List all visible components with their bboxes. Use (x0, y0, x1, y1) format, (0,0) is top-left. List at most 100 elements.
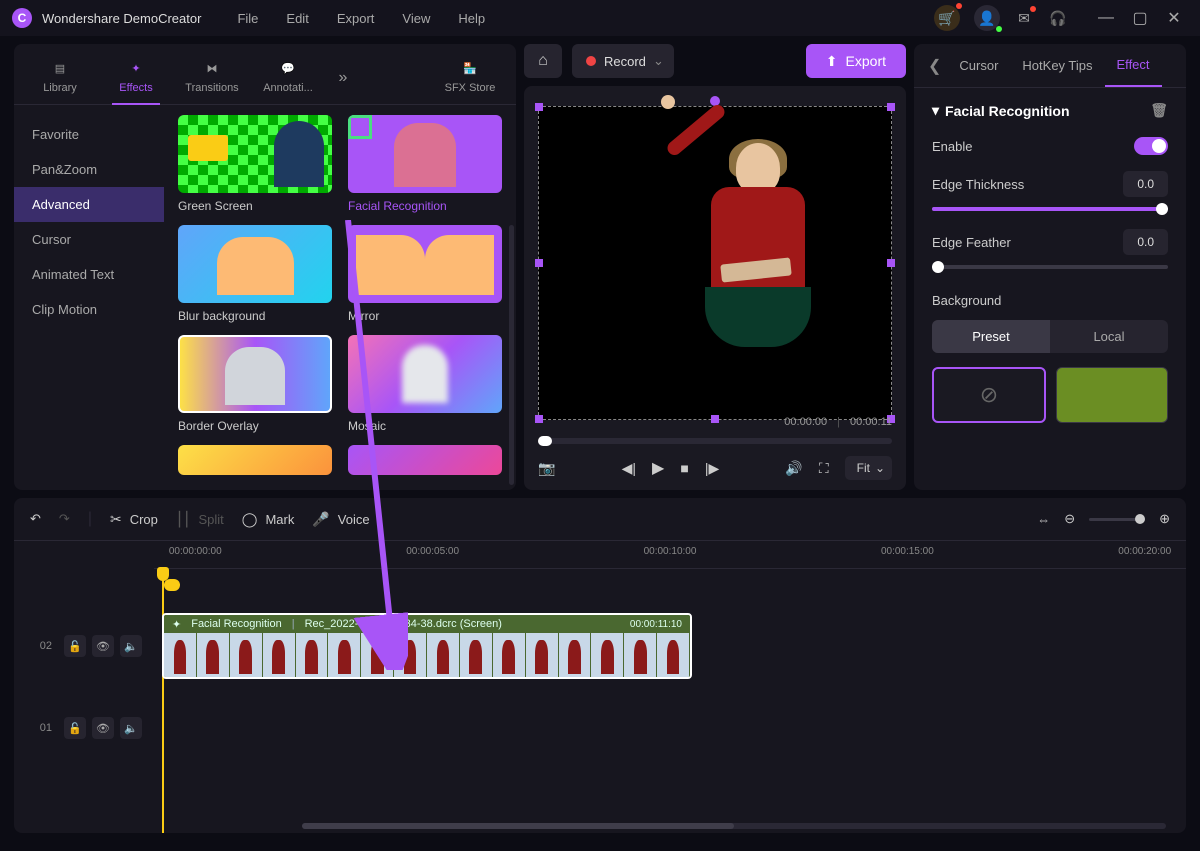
effect-facial-recognition[interactable]: Facial Recognition (348, 115, 502, 213)
tab-sfx-store[interactable]: 🏪SFX Store (434, 52, 506, 104)
minimize-button[interactable]: — (1092, 6, 1120, 30)
tab-transitions[interactable]: ⧓Transitions (176, 52, 248, 104)
effect-extra-1[interactable] (178, 445, 332, 475)
clip-effect-name: Facial Recognition (191, 618, 282, 630)
effects-scrollbar[interactable] (509, 225, 514, 485)
stop-button[interactable]: ■ (680, 460, 688, 476)
export-button[interactable]: ⬆Export (806, 44, 906, 78)
menu-edit[interactable]: Edit (286, 11, 308, 26)
effect-mirror[interactable]: Mirror (348, 225, 502, 323)
feather-label: Edge Feather (932, 235, 1011, 250)
headset-icon[interactable]: 🎧 (1048, 8, 1068, 28)
effect-extra-2[interactable] (348, 445, 502, 475)
timeline-clip[interactable]: ✦ Facial Recognition | Rec_2022-07-12 11… (162, 613, 692, 679)
sidebar-advanced[interactable]: Advanced (14, 187, 164, 222)
thickness-label: Edge Thickness (932, 177, 1024, 192)
next-frame-button[interactable]: |▶ (705, 460, 719, 477)
clip-duration: 00:00:11:10 (630, 619, 682, 630)
track-mute-button[interactable]: 🔈 (120, 717, 142, 739)
effect-green-screen[interactable]: Green Screen (178, 115, 332, 213)
media-panel: ▤Library ✦Effects ⧓Transitions 💬Annotati… (14, 44, 516, 490)
export-icon: ⬆ (826, 53, 838, 70)
collapse-icon[interactable]: ▾ (932, 102, 939, 119)
preset-none[interactable]: ⊘ (932, 367, 1046, 423)
rp-tab-cursor[interactable]: Cursor (947, 44, 1010, 87)
timeline-scrollbar[interactable] (302, 823, 1166, 829)
volume-button[interactable]: 🔊 (785, 460, 802, 477)
zoom-out-button[interactable]: ⊖ (1064, 511, 1075, 527)
fit-select[interactable]: Fit (845, 456, 892, 480)
record-button[interactable]: Record (572, 44, 674, 78)
sidebar-cursor[interactable]: Cursor (14, 222, 164, 257)
delete-effect-button[interactable]: 🗑 (1150, 102, 1168, 119)
sidebar-panzoom[interactable]: Pan&Zoom (14, 152, 164, 187)
selection-handle[interactable] (887, 103, 895, 111)
undo-button[interactable]: ↶ (30, 511, 41, 527)
rp-tab-hotkey[interactable]: HotKey Tips (1010, 44, 1104, 87)
voice-tool[interactable]: 🎤Voice (312, 511, 369, 528)
selection-handle[interactable] (535, 259, 543, 267)
preview-canvas[interactable] (538, 106, 892, 420)
timeline-ruler[interactable]: 00:00:00:00 00:00:05:00 00:00:10:00 00:0… (154, 541, 1186, 569)
rp-tab-effect[interactable]: Effect (1105, 44, 1162, 87)
thickness-slider[interactable] (932, 207, 1168, 211)
tabs-more-icon[interactable]: » (328, 69, 358, 87)
zoom-in-button[interactable]: ⊕ (1159, 511, 1170, 527)
track-lock-button[interactable]: 🔓 (64, 717, 86, 739)
cart-icon[interactable]: 🛒 (934, 5, 960, 31)
feather-value[interactable]: 0.0 (1123, 229, 1168, 255)
sidebar-clip-motion[interactable]: Clip Motion (14, 292, 164, 327)
effect-title: Facial Recognition (945, 103, 1069, 119)
track-mute-button[interactable]: 🔈 (120, 635, 142, 657)
mark-tool[interactable]: ◯Mark (242, 511, 295, 528)
menu-export[interactable]: Export (337, 11, 375, 26)
app-logo-icon: C (12, 8, 32, 28)
snapshot-button[interactable]: 📷 (538, 460, 555, 477)
account-icon[interactable]: 👤 (974, 5, 1000, 31)
tab-effects[interactable]: ✦Effects (100, 52, 172, 104)
feather-slider[interactable] (932, 265, 1168, 269)
tab-annotations[interactable]: 💬Annotati... (252, 52, 324, 104)
enable-toggle[interactable] (1134, 137, 1168, 155)
clip-effect-icon: ✦ (172, 618, 181, 631)
fit-timeline-button[interactable]: ⇔ (1037, 512, 1050, 527)
properties-panel: ❮ Cursor HotKey Tips Effect ▾ Facial Rec… (914, 44, 1186, 490)
panel-prev-icon[interactable]: ❮ (922, 56, 947, 76)
effect-blur-background[interactable]: Blur background (178, 225, 332, 323)
tab-library[interactable]: ▤Library (24, 52, 96, 104)
sidebar-animated-text[interactable]: Animated Text (14, 257, 164, 292)
close-button[interactable]: ✕ (1160, 6, 1188, 30)
selection-handle[interactable] (887, 259, 895, 267)
seg-local[interactable]: Local (1050, 320, 1168, 353)
timeline-marker[interactable] (164, 579, 180, 591)
sidebar-favorite[interactable]: Favorite (14, 117, 164, 152)
track-visibility-button[interactable]: 👁 (92, 717, 114, 739)
preview-progress[interactable] (538, 438, 892, 444)
menu-view[interactable]: View (402, 11, 430, 26)
track-lock-button[interactable]: 🔓 (64, 635, 86, 657)
menu-help[interactable]: Help (458, 11, 485, 26)
crop-tool[interactable]: ✂Crop (110, 511, 158, 528)
seg-preset[interactable]: Preset (932, 320, 1050, 353)
thickness-value[interactable]: 0.0 (1123, 171, 1168, 197)
menu-file[interactable]: File (237, 11, 258, 26)
effect-border-overlay[interactable]: Border Overlay (178, 335, 332, 433)
preset-green[interactable] (1056, 367, 1168, 423)
split-tool[interactable]: ⎮⎮Split (176, 511, 224, 528)
prev-frame-button[interactable]: ◀| (622, 460, 636, 477)
timeline-panel: ↶ ↷ | ✂Crop ⎮⎮Split ◯Mark 🎤Voice ⇔ ⊖ ⊕ 0… (14, 498, 1186, 833)
redo-button[interactable]: ↷ (59, 511, 70, 527)
mail-icon[interactable]: ✉ (1014, 8, 1034, 28)
title-bar: C Wondershare DemoCreator File Edit Expo… (0, 0, 1200, 36)
effect-mosaic[interactable]: Mosaic (348, 335, 502, 433)
zoom-slider[interactable] (1089, 518, 1145, 521)
fullscreen-button[interactable]: ⛶ (819, 460, 829, 477)
home-button[interactable]: ⌂ (524, 44, 562, 78)
maximize-button[interactable]: ▢ (1126, 6, 1154, 30)
preview-area: 00:00:00 | 00:00:11 📷 ◀| ▶ ■ |▶ 🔊 ⛶ Fit (524, 86, 906, 490)
track-visibility-button[interactable]: 👁 (92, 635, 114, 657)
app-title: Wondershare DemoCreator (42, 11, 201, 26)
menu-bar: File Edit Export View Help (237, 11, 485, 26)
selection-handle[interactable] (535, 103, 543, 111)
play-button[interactable]: ▶ (652, 458, 664, 478)
